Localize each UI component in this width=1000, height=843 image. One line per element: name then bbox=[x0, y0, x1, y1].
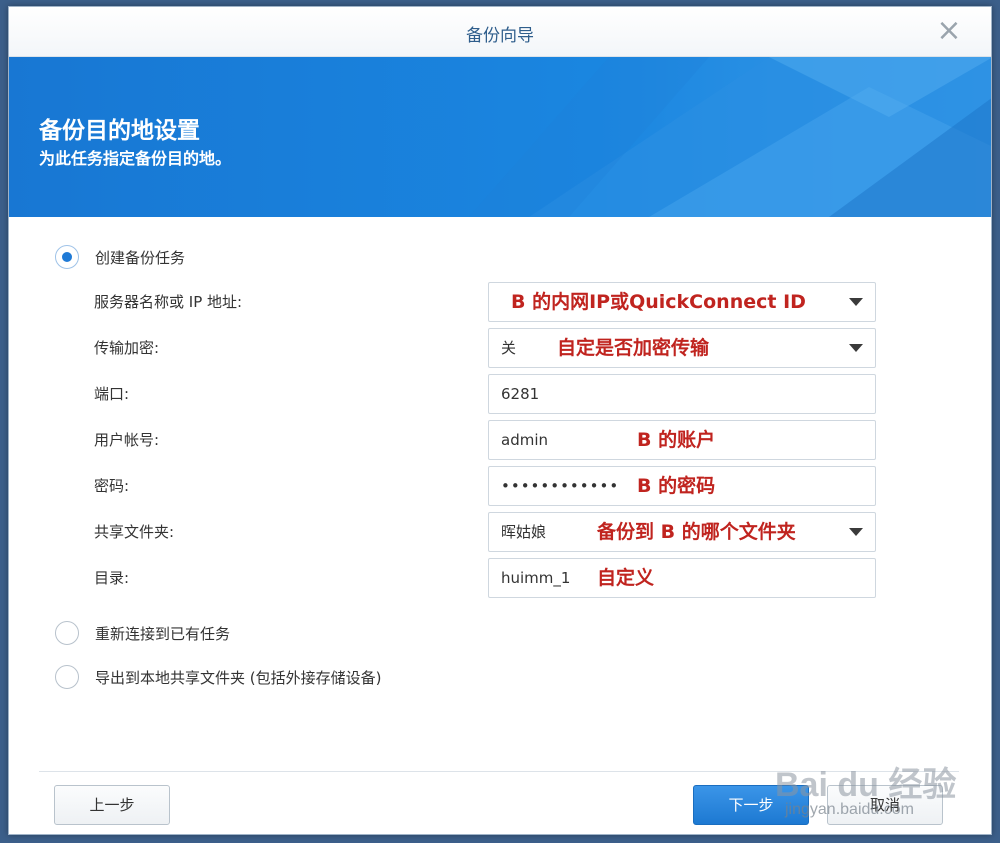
footer-divider bbox=[39, 771, 959, 772]
option-reconnect-label: 重新连接到已有任务 bbox=[95, 624, 231, 643]
shared-folder-annotation: 备份到 B 的哪个文件夹 bbox=[597, 521, 796, 543]
backup-wizard-window: 备份向导 × 备份目的地设置 为此任务指定备份目的地。 创建备份任务 服务器名称… bbox=[8, 6, 992, 835]
encryption-select[interactable]: 关 自定是否加密传输 bbox=[488, 328, 876, 368]
shared-folder-select[interactable]: 晖姑娘 备份到 B 的哪个文件夹 bbox=[488, 512, 876, 552]
option-create-task[interactable]: 创建备份任务 bbox=[55, 244, 185, 270]
close-icon[interactable]: × bbox=[933, 15, 965, 47]
encryption-value: 关 bbox=[501, 339, 517, 357]
password-value: •••••••••••• bbox=[501, 477, 620, 495]
window-title: 备份向导 bbox=[466, 26, 534, 46]
header-banner: 备份目的地设置 为此任务指定备份目的地。 bbox=[9, 57, 991, 217]
shared-folder-label: 共享文件夹: bbox=[94, 523, 175, 541]
account-label: 用户帐号: bbox=[94, 431, 160, 449]
banner-title: 备份目的地设置 bbox=[39, 118, 200, 144]
server-annotation: B 的内网IP或QuickConnect ID bbox=[511, 291, 806, 313]
port-label: 端口: bbox=[94, 385, 130, 403]
encryption-label: 传输加密: bbox=[94, 339, 160, 357]
next-button[interactable]: 下一步 bbox=[693, 785, 809, 825]
encryption-annotation: 自定是否加密传输 bbox=[557, 337, 710, 359]
shared-folder-value: 晖姑娘 bbox=[501, 523, 547, 541]
chevron-down-icon[interactable] bbox=[849, 298, 863, 306]
radio-reconnect-task[interactable] bbox=[55, 621, 79, 645]
server-select[interactable]: B 的内网IP或QuickConnect ID bbox=[488, 282, 876, 322]
directory-label: 目录: bbox=[94, 569, 130, 587]
option-export-label: 导出到本地共享文件夹 (包括外接存储设备) bbox=[95, 668, 382, 687]
option-export-local[interactable]: 导出到本地共享文件夹 (包括外接存储设备) bbox=[55, 664, 381, 690]
banner-subtitle: 为此任务指定备份目的地。 bbox=[39, 149, 232, 168]
account-value: admin bbox=[501, 431, 548, 449]
password-input[interactable]: •••••••••••• B 的密码 bbox=[488, 466, 876, 506]
option-create-label: 创建备份任务 bbox=[95, 248, 186, 267]
cancel-button[interactable]: 取消 bbox=[827, 785, 943, 825]
option-reconnect-task[interactable]: 重新连接到已有任务 bbox=[55, 620, 230, 646]
directory-annotation: 自定义 bbox=[597, 567, 655, 589]
title-bar: 备份向导 × bbox=[9, 7, 991, 57]
account-input[interactable]: admin B 的账户 bbox=[488, 420, 876, 460]
port-value: 6281 bbox=[501, 385, 540, 403]
password-label: 密码: bbox=[94, 477, 130, 495]
radio-export-local[interactable] bbox=[55, 665, 79, 689]
radio-create-task[interactable] bbox=[55, 245, 79, 269]
chevron-down-icon[interactable] bbox=[849, 344, 863, 352]
directory-input[interactable]: huimm_1 自定义 bbox=[488, 558, 876, 598]
server-label: 服务器名称或 IP 地址: bbox=[94, 293, 243, 311]
password-annotation: B 的密码 bbox=[637, 475, 716, 497]
directory-value: huimm_1 bbox=[501, 569, 571, 587]
port-input[interactable]: 6281 bbox=[488, 374, 876, 414]
chevron-down-icon[interactable] bbox=[849, 528, 863, 536]
prev-button[interactable]: 上一步 bbox=[54, 785, 170, 825]
account-annotation: B 的账户 bbox=[637, 429, 716, 451]
